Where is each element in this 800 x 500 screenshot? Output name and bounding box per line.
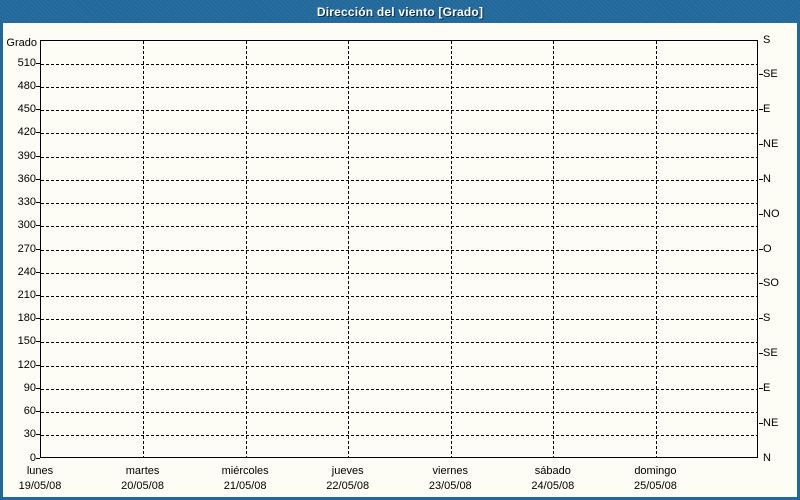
plot-area bbox=[40, 40, 758, 458]
y-axis-tick-label: 0 bbox=[29, 451, 36, 464]
y-axis-tick-label: 480 bbox=[17, 79, 36, 92]
right-axis-compass-label: E bbox=[763, 381, 771, 394]
y-gridline bbox=[41, 179, 757, 181]
y-gridline bbox=[41, 133, 757, 135]
right-axis-compass-label: NE bbox=[763, 416, 779, 429]
x-axis-day-date: 25/05/08 bbox=[634, 480, 677, 492]
y-gridline bbox=[41, 226, 757, 228]
x-axis-day-label: martes 20/05/08 bbox=[88, 464, 198, 494]
y-axis-tick-label: 60 bbox=[23, 405, 36, 418]
right-axis-compass-label: NE bbox=[763, 138, 779, 150]
right-axis-compass-label: S bbox=[763, 312, 771, 325]
y-gridline bbox=[41, 342, 757, 344]
y-axis-tick-label: 180 bbox=[17, 312, 36, 325]
y-gridline bbox=[41, 412, 757, 414]
x-axis-day-date: 22/05/08 bbox=[326, 480, 370, 492]
x-axis-day-date: 19/05/08 bbox=[18, 480, 62, 492]
y-axis-tick-label: 510 bbox=[17, 56, 36, 69]
x-axis-day-name: martes bbox=[125, 465, 160, 477]
y-gridline bbox=[41, 272, 757, 274]
right-axis-compass-label: S bbox=[763, 33, 771, 46]
y-gridline bbox=[41, 319, 757, 321]
x-axis-day-label: viernes 23/05/08 bbox=[395, 464, 505, 494]
y-axis-tick bbox=[36, 202, 40, 204]
wind-direction-chart-window: Dirección del viento [Grado] 0 30 60 90 120 1… bbox=[0, 0, 800, 500]
y-axis-tick bbox=[36, 225, 40, 227]
x-gridline bbox=[348, 41, 350, 457]
y-axis-tick-label: 450 bbox=[17, 103, 36, 116]
title-bar: Dirección del viento [Grado] bbox=[0, 0, 800, 23]
y-gridline bbox=[41, 388, 757, 390]
y-axis-tick bbox=[36, 411, 40, 413]
y-axis-title: Grado bbox=[6, 37, 37, 49]
x-axis-day-date: 23/05/08 bbox=[428, 480, 472, 492]
x-gridline bbox=[245, 41, 247, 457]
x-axis-day-name: jueves bbox=[331, 465, 364, 477]
x-axis-day-date: 21/05/08 bbox=[223, 480, 267, 492]
x-gridline bbox=[143, 41, 145, 457]
y-axis-tick-label: 330 bbox=[17, 196, 36, 209]
right-axis-compass-label: E bbox=[763, 103, 771, 116]
right-axis-compass-label: SO bbox=[763, 277, 779, 290]
right-axis-compass-label: N bbox=[763, 172, 771, 185]
y-axis-tick bbox=[36, 457, 40, 459]
x-axis-day-name: sábado bbox=[534, 465, 571, 477]
y-axis-tick bbox=[36, 109, 40, 111]
y-axis-tick bbox=[36, 341, 40, 343]
x-axis-day-label: lunes 19/05/08 bbox=[0, 464, 95, 494]
y-axis-tick-label: 300 bbox=[17, 219, 36, 232]
y-gridline bbox=[41, 63, 757, 65]
x-axis-day-name: domingo bbox=[634, 465, 677, 477]
right-axis-compass-label: NO bbox=[763, 207, 780, 220]
y-axis-tick bbox=[36, 155, 40, 157]
y-axis-tick-label: 210 bbox=[17, 288, 36, 301]
y-axis-tick-label: 240 bbox=[17, 265, 36, 278]
y-axis-tick-label: 360 bbox=[17, 172, 36, 185]
window-title: Dirección del viento [Grado] bbox=[316, 4, 484, 19]
y-gridline bbox=[41, 365, 757, 367]
y-axis-tick bbox=[36, 318, 40, 320]
y-axis-tick bbox=[36, 294, 40, 296]
x-gridline bbox=[450, 41, 452, 457]
x-axis-day-name: lunes bbox=[26, 465, 54, 477]
x-axis-day-label: sábado 24/05/08 bbox=[498, 464, 608, 494]
x-axis-day-date: 24/05/08 bbox=[531, 480, 575, 492]
x-axis-day-label: domingo 25/05/08 bbox=[600, 464, 710, 494]
y-axis-tick bbox=[36, 248, 40, 250]
y-axis-tick-label: 150 bbox=[17, 335, 36, 348]
x-axis-day-label: miércoles 21/05/08 bbox=[190, 464, 300, 494]
y-axis-tick bbox=[36, 85, 40, 87]
x-axis-day-label: jueves 22/05/08 bbox=[293, 464, 403, 494]
y-axis-tick bbox=[36, 271, 40, 273]
y-gridline bbox=[41, 86, 757, 88]
y-axis-tick bbox=[36, 178, 40, 180]
right-axis-compass-label: SE bbox=[763, 68, 778, 81]
y-gridline bbox=[41, 203, 757, 205]
x-axis-day-name: viernes bbox=[432, 465, 469, 477]
y-axis-tick-label: 420 bbox=[17, 126, 36, 139]
right-axis-compass-label: SE bbox=[763, 347, 778, 359]
y-axis-tick bbox=[36, 132, 40, 134]
y-axis-tick bbox=[36, 434, 40, 436]
y-axis-tick bbox=[36, 387, 40, 389]
x-axis-day-name: miércoles bbox=[221, 465, 269, 477]
y-gridline bbox=[41, 156, 757, 158]
x-gridline bbox=[553, 41, 555, 457]
x-axis-day-date: 20/05/08 bbox=[121, 480, 164, 492]
y-gridline bbox=[41, 110, 757, 112]
y-axis-tick bbox=[36, 364, 40, 366]
y-gridline bbox=[41, 295, 757, 297]
y-gridline bbox=[41, 249, 757, 251]
y-axis-tick-label: 270 bbox=[17, 242, 36, 255]
y-gridline bbox=[41, 435, 757, 437]
x-gridline bbox=[655, 41, 657, 457]
y-axis-tick-label: 30 bbox=[23, 428, 36, 441]
right-axis-compass-label: N bbox=[763, 451, 771, 464]
y-axis-tick-label: 120 bbox=[17, 358, 36, 371]
y-axis-tick-label: 90 bbox=[23, 381, 36, 394]
y-axis-tick bbox=[36, 62, 40, 64]
right-axis-compass-label: O bbox=[763, 242, 772, 255]
y-axis-tick-label: 390 bbox=[17, 149, 36, 162]
